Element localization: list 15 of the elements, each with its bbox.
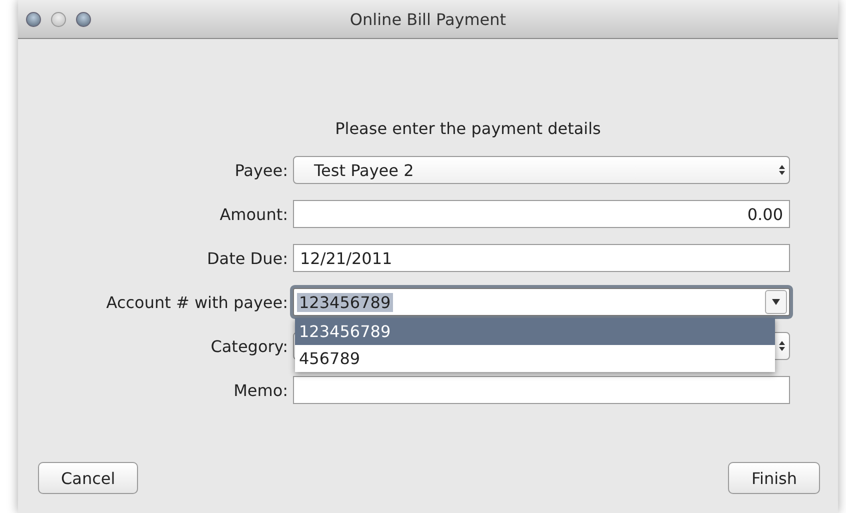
field-label: Category:	[210, 336, 289, 356]
dropdown-option[interactable]: 123456789	[295, 318, 775, 345]
field-label: Account # with payee:	[105, 292, 289, 312]
field-label: Amount:	[218, 204, 289, 224]
dropdown-option[interactable]: 456789	[295, 345, 775, 372]
finish-button[interactable]: Finish	[728, 462, 820, 494]
window-title: Online Bill Payment	[350, 10, 506, 28]
instruction-text: Please enter the payment details	[334, 119, 602, 138]
input-field[interactable]: 12/21/2011	[293, 244, 790, 272]
field-label: Memo:	[232, 380, 289, 400]
field-label: Date Due:	[206, 248, 289, 268]
dropdown[interactable]: Test Payee 2	[293, 156, 790, 184]
input-field[interactable]: 0.00	[293, 200, 790, 228]
field-label: Payee:	[234, 160, 289, 180]
cancel-button[interactable]: Cancel	[38, 462, 138, 494]
